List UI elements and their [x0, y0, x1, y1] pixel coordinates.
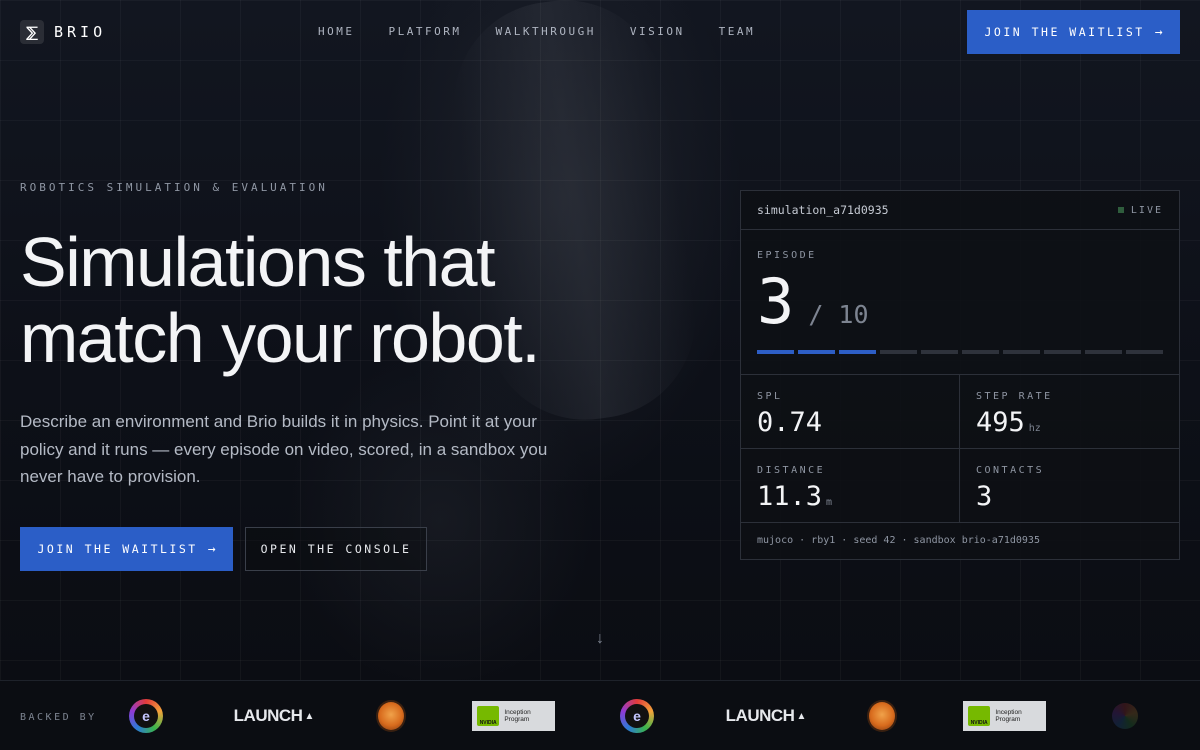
backer-logo-launch: LAUNCH ▲ — [233, 706, 315, 725]
episode-segment — [1126, 350, 1163, 354]
simulation-panel: simulation_a71d0935 LIVE EPISODE 3 / 10 … — [740, 190, 1180, 560]
metric-value: 3 — [976, 481, 993, 512]
episode-segment — [1085, 350, 1122, 354]
live-dot-icon — [1117, 207, 1124, 213]
backer-logo-faded — [1085, 699, 1165, 733]
metric-spl: SPL 0.74 — [741, 375, 960, 449]
episode-segment — [880, 350, 917, 354]
arrow-right-icon: → — [1154, 24, 1163, 40]
nav-link-team[interactable]: TEAM — [719, 25, 756, 38]
headline-line-2: match your robot. — [20, 299, 541, 377]
episode-segment — [921, 350, 958, 354]
nav-links: HOME PLATFORM WALKTHROUGH VISION TEAM — [318, 25, 789, 38]
live-status: LIVE — [1117, 204, 1163, 216]
backed-by-label: BACKED BY — [20, 712, 97, 723]
metric-contacts: CONTACTS 3 — [960, 449, 1179, 523]
brand-name: BRIO — [54, 23, 107, 41]
hero-join-waitlist-button[interactable]: JOIN THE WAITLIST → — [20, 527, 233, 571]
metric-label: STEP RATE — [976, 391, 1053, 402]
metric-unit: hz — [1028, 423, 1041, 434]
episode-section: EPISODE 3 / 10 — [741, 230, 1179, 375]
metric-label: DISTANCE — [757, 465, 826, 476]
arrow-right-icon: → — [207, 541, 216, 557]
open-console-button[interactable]: OPEN THE CONSOLE — [245, 527, 427, 571]
metric-value: 11.3 — [757, 481, 823, 512]
nav-link-walkthrough[interactable]: WALKTHROUGH — [495, 25, 595, 38]
backer-logo-nvidia: NVIDIA Inception Program — [472, 699, 555, 733]
metric-unit: m — [826, 497, 833, 508]
nav-join-waitlist-button[interactable]: JOIN THE WAITLIST → — [967, 10, 1180, 54]
panel-header: simulation_a71d0935 LIVE — [741, 191, 1179, 230]
episode-segment — [962, 350, 999, 354]
episode-label: EPISODE — [757, 250, 817, 261]
nav-cta-label: JOIN THE WAITLIST — [984, 25, 1145, 39]
top-nav: ⅀ BRIO HOME PLATFORM WALKTHROUGH VISION … — [0, 0, 1200, 64]
backer-logo-e: e — [619, 699, 655, 733]
brand-logo[interactable]: ⅀ BRIO — [20, 20, 106, 44]
metric-value: 495 — [976, 407, 1025, 438]
panel-footer: mujoco · rby1 · seed 42 · sandbox brio-a… — [757, 535, 1040, 546]
nav-link-vision[interactable]: VISION — [630, 25, 685, 38]
headline-line-1: Simulations that — [20, 223, 496, 301]
backer-logo-badge — [374, 699, 408, 733]
metric-distance: DISTANCE 11.3 m — [741, 449, 960, 523]
nav-link-platform[interactable]: PLATFORM — [389, 25, 462, 38]
simulation-id: simulation_a71d0935 — [757, 203, 889, 217]
metric-value: 0.74 — [757, 407, 823, 438]
episode-segment — [798, 350, 835, 354]
brio-logo-icon: ⅀ — [20, 20, 44, 44]
hero-headline: Simulations that match your robot. — [20, 224, 660, 376]
episode-total: / 10 — [808, 300, 869, 329]
episode-segment — [1044, 350, 1081, 354]
hero-cta-label: JOIN THE WAITLIST — [37, 542, 198, 556]
scroll-down-icon[interactable]: ↓ — [592, 630, 608, 650]
metric-label: SPL — [757, 391, 783, 402]
backer-logo-nvidia: NVIDIA Inception Program — [963, 699, 1046, 733]
episode-segment — [839, 350, 876, 354]
metric-step-rate: STEP RATE 495 hz — [960, 375, 1179, 449]
backer-logo-launch: LAUNCH ▲ — [725, 706, 807, 725]
live-label: LIVE — [1130, 204, 1163, 216]
episode-segment — [1003, 350, 1040, 354]
metric-label: CONTACTS — [976, 465, 1045, 476]
backer-logo-badge — [865, 699, 899, 733]
backers-strip: BACKED BY e LAUNCH ▲ NVIDIA Inception Pro… — [0, 680, 1200, 750]
episode-current: 3 — [757, 265, 795, 338]
metrics-grid: SPL 0.74 STEP RATE 495 hz DISTANCE 11.3 … — [741, 375, 1179, 523]
hero-eyebrow: ROBOTICS SIMULATION & EVALUATION — [20, 181, 328, 194]
nav-link-home[interactable]: HOME — [318, 25, 355, 38]
hero-subtext: Describe an environment and Brio builds … — [20, 412, 548, 486]
backer-logo-e: e — [128, 699, 164, 733]
episode-segment — [757, 350, 794, 354]
episode-progress — [757, 350, 1163, 354]
